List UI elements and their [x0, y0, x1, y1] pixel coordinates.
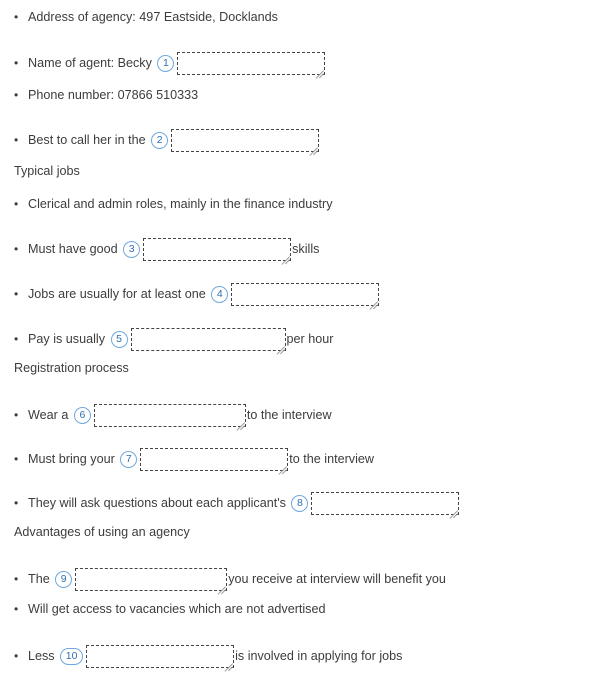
list-item-text: The [28, 571, 54, 586]
list-item-text: Must have good [28, 241, 122, 256]
list-item: Address of agency: 497 Eastside, Docklan… [0, 10, 278, 26]
question-number-badge: 10 [60, 648, 84, 665]
bullet-icon [14, 243, 28, 255]
answer-input-box[interactable] [86, 645, 235, 668]
bullet-icon [14, 650, 28, 662]
bullet-icon [14, 89, 28, 101]
answer-input-box[interactable] [75, 568, 228, 591]
list-item-text: They will ask questions about each appli… [28, 495, 290, 510]
list-item-text: Address of agency: 497 Eastside, Docklan… [28, 10, 278, 24]
bullet-icon [14, 453, 28, 465]
question-number-badge: 2 [151, 132, 169, 149]
question-number-badge: 3 [123, 241, 141, 258]
list-item-text: Best to call her in the [28, 132, 150, 147]
list-item: Clerical and admin roles, mainly in the … [0, 197, 333, 213]
bullet-icon [14, 11, 28, 23]
list-item-text: you receive at interview will benefit yo… [228, 571, 446, 586]
resize-handle-icon[interactable] [368, 295, 377, 304]
question-number-badge: 7 [120, 451, 138, 468]
list-item: They will ask questions about each appli… [0, 492, 460, 515]
list-item: Wear a 6 to the interview [0, 404, 332, 427]
list-item-text: Phone number: 07866 510333 [28, 88, 199, 102]
question-number-badge: 1 [157, 55, 175, 72]
list-item-text: Will get access to vacancies which are n… [28, 602, 326, 616]
answer-input-box[interactable] [177, 52, 326, 75]
answer-input-box[interactable] [130, 328, 286, 351]
bullet-icon [14, 333, 28, 345]
question-number-badge: 9 [55, 571, 73, 588]
section-heading-text: Typical jobs [14, 164, 80, 178]
list-item-text: Pay is usually [28, 331, 109, 346]
list-item: Will get access to vacancies which are n… [0, 602, 326, 618]
list-item-text: Clerical and admin roles, mainly in the … [28, 197, 333, 211]
section-heading: Advantages of using an agency [0, 525, 190, 541]
answer-input-box[interactable] [171, 129, 320, 152]
list-item: Best to call her in the 2 [0, 129, 320, 152]
list-item-text: skills [292, 241, 320, 256]
resize-handle-icon[interactable] [235, 416, 244, 425]
note-completion-worksheet: Address of agency: 497 Eastside, Docklan… [0, 0, 593, 684]
bullet-icon [14, 573, 28, 585]
list-item-text: to the interview [289, 451, 374, 466]
list-item-text: Must bring your [28, 451, 119, 466]
bullet-icon [14, 409, 28, 421]
section-heading-text: Registration process [14, 361, 129, 375]
question-number-badge: 8 [291, 495, 309, 512]
list-item-text: per hour [286, 331, 334, 346]
question-number-badge: 6 [73, 407, 91, 424]
resize-handle-icon[interactable] [314, 64, 323, 73]
section-heading: Registration process [0, 361, 129, 377]
list-item-text: Less [28, 648, 59, 663]
answer-input-box[interactable] [143, 238, 292, 261]
bullet-icon [14, 288, 28, 300]
bullet-icon [14, 57, 28, 69]
question-number-badge: 4 [211, 286, 229, 303]
list-item: Must have good 3 skills [0, 238, 319, 261]
bullet-icon [14, 134, 28, 146]
section-heading: Typical jobs [0, 164, 80, 180]
resize-handle-icon[interactable] [223, 657, 232, 666]
list-item-text: is involved in applying for jobs [235, 648, 403, 663]
list-item-text: Name of agent: Becky [28, 55, 156, 70]
list-item: Phone number: 07866 510333 [0, 88, 198, 104]
list-item: Must bring your 7 to the interview [0, 448, 374, 471]
answer-input-box[interactable] [311, 492, 460, 515]
bullet-icon [14, 198, 28, 210]
bullet-icon [14, 603, 28, 615]
list-item: Pay is usually 5 per hour [0, 328, 333, 351]
resize-handle-icon[interactable] [275, 340, 284, 349]
resize-handle-icon[interactable] [280, 250, 289, 259]
list-item: The 9 you receive at interview will benef… [0, 568, 446, 591]
list-item-text: Wear a [28, 407, 72, 422]
answer-input-box[interactable] [140, 448, 289, 471]
list-item: Name of agent: Becky 1 [0, 52, 326, 75]
section-heading-text: Advantages of using an agency [14, 525, 190, 539]
resize-handle-icon[interactable] [448, 504, 457, 513]
resize-handle-icon[interactable] [308, 141, 317, 150]
list-item: Less 10 is involved in applying for jobs [0, 645, 402, 668]
bullet-icon [14, 497, 28, 509]
resize-handle-icon[interactable] [277, 460, 286, 469]
resize-handle-icon[interactable] [216, 580, 225, 589]
question-number-badge: 5 [110, 331, 128, 348]
list-item-text: Jobs are usually for at least one [28, 286, 210, 301]
answer-input-box[interactable] [231, 283, 380, 306]
list-item: Jobs are usually for at least one 4 [0, 283, 380, 306]
answer-input-box[interactable] [93, 404, 246, 427]
list-item-text: to the interview [246, 407, 332, 422]
